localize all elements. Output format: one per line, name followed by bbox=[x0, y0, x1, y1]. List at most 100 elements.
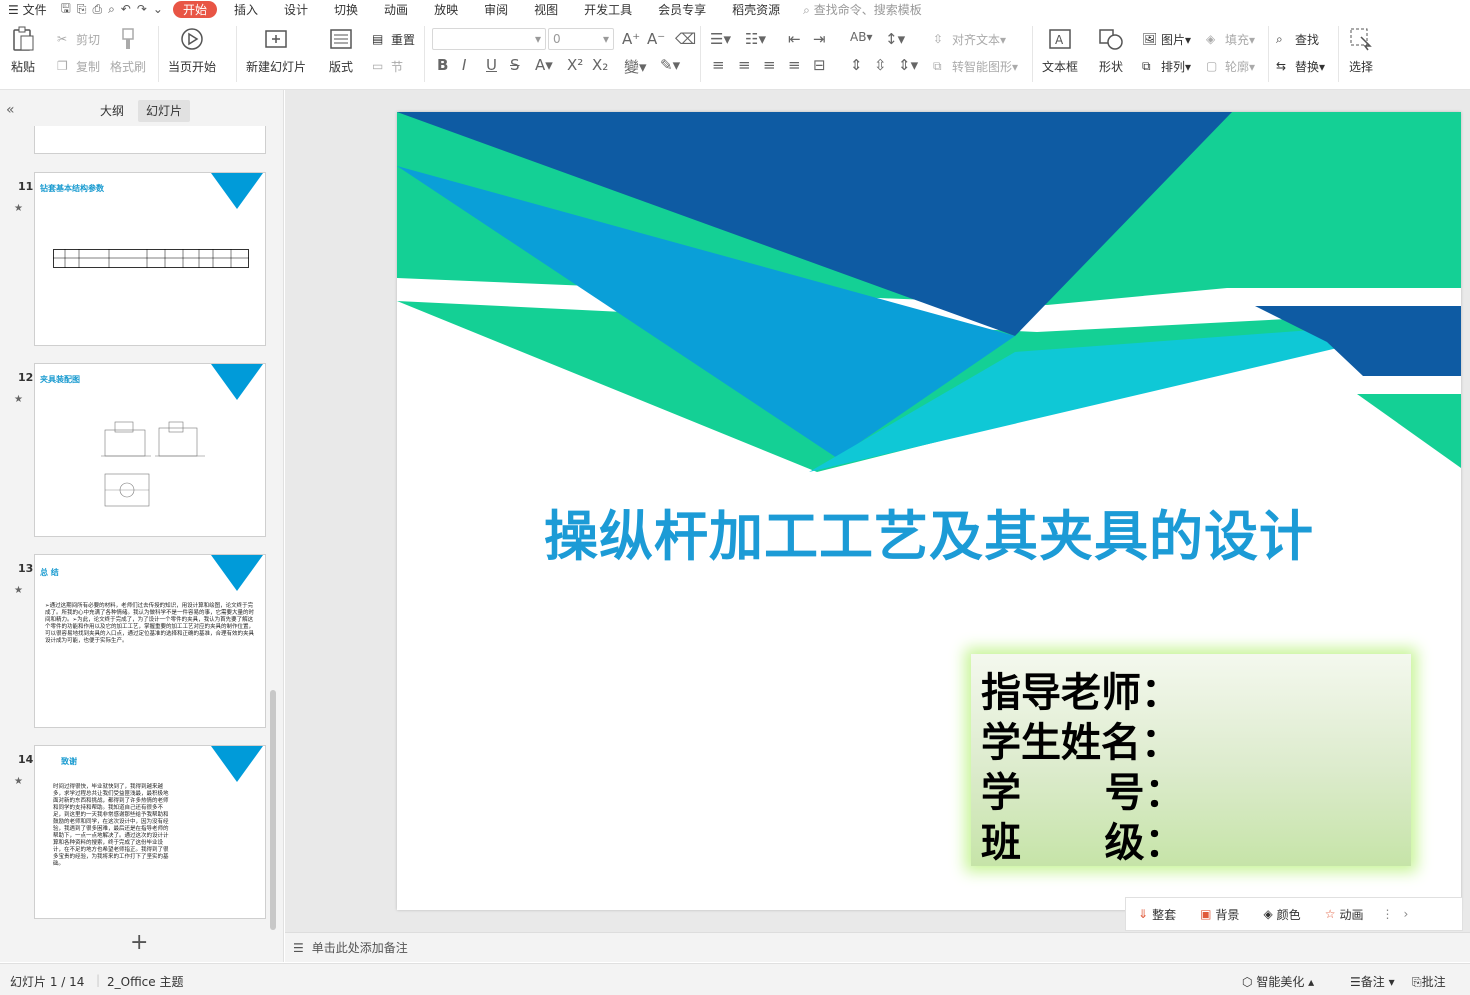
text-direction-icon[interactable]: AB▾ bbox=[850, 30, 872, 44]
replace-button[interactable]: ⇆ 替换 ▾ bbox=[1276, 58, 1325, 75]
tab-view[interactable]: 视图 bbox=[521, 1, 571, 18]
command-search[interactable]: ⌕ 查找命令、搜索模板 bbox=[803, 1, 922, 18]
layout-button[interactable]: 版式 bbox=[328, 26, 354, 75]
underline-icon[interactable]: U bbox=[486, 56, 497, 74]
line-spacing-icon[interactable]: ↕▾ bbox=[885, 30, 905, 48]
select-button[interactable]: 选择 bbox=[1348, 26, 1374, 75]
font-name-combo[interactable]: ▾ bbox=[432, 28, 546, 50]
format-painter-button[interactable]: 格式刷 bbox=[110, 26, 146, 75]
scissors-icon: ✂ bbox=[57, 31, 68, 46]
highlight-icon[interactable]: ✎▾ bbox=[660, 56, 680, 74]
distributed-icon[interactable]: ⊟ bbox=[813, 56, 826, 74]
tab-slideshow[interactable]: 放映 bbox=[421, 1, 471, 18]
find-button[interactable]: ⌕ 查找 bbox=[1276, 31, 1319, 48]
customize-dropdown-icon[interactable]: ⌄ bbox=[153, 2, 163, 16]
animation-button[interactable]: ☆ 动画 bbox=[1313, 906, 1376, 923]
tab-slides[interactable]: 幻灯片 bbox=[138, 100, 191, 122]
student-info-box[interactable]: 指导老师： 学生姓名： 学 号： 班 级： bbox=[971, 654, 1411, 866]
section-label: 节 bbox=[391, 60, 404, 74]
print-icon[interactable]: ⎙ bbox=[92, 2, 102, 17]
font-size-combo[interactable]: 0 ▾ bbox=[548, 28, 614, 50]
undo-icon[interactable]: ↶ bbox=[121, 2, 131, 16]
print-preview-icon[interactable]: ⌕ bbox=[108, 2, 115, 17]
italic-icon[interactable]: I bbox=[462, 56, 466, 74]
panel-scrollbar[interactable] bbox=[270, 690, 276, 930]
bold-icon[interactable]: B bbox=[437, 56, 448, 74]
file-menu[interactable]: ☰ 文件 bbox=[0, 1, 55, 18]
fill-button[interactable]: ◈ 填充 ▾ bbox=[1206, 31, 1255, 48]
increase-font-icon[interactable]: A⁺ bbox=[622, 30, 640, 48]
cut-button[interactable]: ✂ 剪切 bbox=[57, 31, 100, 48]
tab-docer[interactable]: 稻壳资源 bbox=[719, 1, 793, 18]
full-set-button[interactable]: ⇓ 整套 bbox=[1126, 906, 1188, 923]
tab-outline[interactable]: 大纲 bbox=[92, 100, 132, 122]
slide-title[interactable]: 操纵杆加工工艺及其夹具的设计 bbox=[397, 492, 1461, 571]
quick-access-toolbar: 🖫 ⎘ ⎙ ⌕ ↶ ↷ ⌄ bbox=[55, 0, 169, 20]
clear-format-icon[interactable]: ⌫ bbox=[675, 30, 696, 48]
slide-thumbnail-14[interactable]: 致谢 时间过得很快，毕业就快到了，我得到越来越多，求学过程总共让我们受益匪浅最，… bbox=[34, 745, 266, 919]
tab-review[interactable]: 审阅 bbox=[471, 1, 521, 18]
collapse-panel-icon[interactable]: « bbox=[6, 102, 15, 118]
textbox-button[interactable]: A 文本框 bbox=[1042, 26, 1078, 75]
play-from-current-button[interactable]: 当页开始 bbox=[168, 26, 216, 75]
align-right-icon[interactable]: ≡ bbox=[763, 56, 776, 74]
thumbnail-title: 总 结 bbox=[40, 568, 59, 577]
color-button[interactable]: ◈ 颜色 bbox=[1251, 906, 1312, 923]
slide-canvas-area: 操纵杆加工工艺及其夹具的设计 指导老师： 学生姓名： 学 号： 班 级： bbox=[285, 90, 1470, 932]
spacing-dropdown-icon[interactable]: ⇕▾ bbox=[898, 56, 918, 74]
decrease-indent-icon[interactable]: ⇤ bbox=[788, 30, 801, 48]
tab-animation[interactable]: 动画 bbox=[371, 1, 421, 18]
increase-indent-icon[interactable]: ⇥ bbox=[813, 30, 826, 48]
column-icon[interactable]: ⇳ bbox=[874, 56, 887, 74]
redo-icon[interactable]: ↷ bbox=[137, 2, 147, 16]
copy-label: 复制 bbox=[76, 60, 101, 74]
tab-developer[interactable]: 开发工具 bbox=[571, 1, 645, 18]
tab-member[interactable]: 会员专享 bbox=[645, 1, 719, 18]
notes-toggle-button[interactable]: ☰备注 ▾ bbox=[1350, 973, 1395, 990]
reset-button[interactable]: ▤ 重置 bbox=[372, 31, 415, 48]
notes-pane[interactable]: ☰ 单击此处添加备注 bbox=[285, 932, 1470, 962]
more-icon[interactable]: ⋮ bbox=[1375, 907, 1399, 921]
copy-button[interactable]: ❐ 复制 bbox=[57, 58, 100, 75]
export-pdf-icon[interactable]: ⎘ bbox=[77, 2, 87, 17]
align-text-button[interactable]: ⇳ 对齐文本 ▾ bbox=[933, 31, 1006, 48]
add-slide-icon[interactable]: + bbox=[130, 930, 148, 955]
comments-button[interactable]: ⎘批注 bbox=[1412, 973, 1446, 990]
picture-icon: 🖼 bbox=[1142, 31, 1158, 46]
slide-thumbnail-10[interactable] bbox=[34, 126, 266, 154]
slide-thumbnail-13[interactable]: 总 结 ➢通过这期间所有必要的材料，老师们过去传授的知识，用设计算和绘图，论文终… bbox=[34, 554, 266, 728]
save-icon[interactable]: 🖫 bbox=[61, 0, 71, 20]
font-color-icon[interactable]: A▾ bbox=[535, 56, 553, 74]
smart-art-button[interactable]: ⧉ 转智能图形 ▾ bbox=[933, 58, 1018, 75]
strikethrough-icon[interactable]: S bbox=[510, 56, 520, 74]
tab-design[interactable]: 设计 bbox=[271, 1, 321, 18]
subscript-icon[interactable]: X₂ bbox=[592, 56, 608, 74]
current-slide[interactable]: 操纵杆加工工艺及其夹具的设计 指导老师： 学生姓名： 学 号： 班 级： bbox=[397, 112, 1461, 910]
outline-button[interactable]: ▢ 轮廓 ▾ bbox=[1206, 58, 1255, 75]
paragraph-spacing-icon[interactable]: ⇕ bbox=[850, 56, 863, 74]
slide-thumbnail-12[interactable]: 夹具装配图 bbox=[34, 363, 266, 537]
chevron-right-icon[interactable]: › bbox=[1399, 907, 1412, 921]
theme-name[interactable]: 2_Office 主题 bbox=[107, 973, 183, 990]
tab-transition[interactable]: 切换 bbox=[321, 1, 371, 18]
justify-icon[interactable]: ≡ bbox=[788, 56, 801, 74]
align-left-icon[interactable]: ≡ bbox=[712, 56, 725, 74]
section-button[interactable]: ▭ 节 bbox=[372, 58, 403, 75]
numbered-list-icon[interactable]: ☷▾ bbox=[745, 30, 766, 48]
picture-button[interactable]: 🖼 图片 ▾ bbox=[1142, 31, 1191, 48]
phonetic-icon[interactable]: 變▾ bbox=[624, 56, 647, 77]
align-center-icon[interactable]: ≡ bbox=[738, 56, 751, 74]
superscript-icon[interactable]: X² bbox=[567, 56, 583, 74]
new-slide-button[interactable]: 新建幻灯片 bbox=[246, 26, 306, 75]
background-button[interactable]: ▣ 背景 bbox=[1188, 906, 1251, 923]
tab-home[interactable]: 开始 bbox=[172, 0, 217, 18]
tab-insert[interactable]: 插入 bbox=[221, 1, 271, 18]
bullet-list-icon[interactable]: ☰▾ bbox=[710, 30, 731, 48]
arrange-button[interactable]: ⧉ 排列 ▾ bbox=[1142, 58, 1191, 75]
shape-button[interactable]: 形状 bbox=[1098, 26, 1124, 75]
slide-thumbnail-11[interactable]: 钻套基本结构参数 bbox=[34, 172, 266, 346]
smart-beautify-button[interactable]: ⬡ 智能美化 ▴ bbox=[1242, 973, 1314, 990]
paste-button[interactable]: 粘贴 bbox=[10, 26, 36, 75]
ribbon-divider bbox=[158, 26, 159, 82]
decrease-font-icon[interactable]: A⁻ bbox=[647, 30, 665, 48]
